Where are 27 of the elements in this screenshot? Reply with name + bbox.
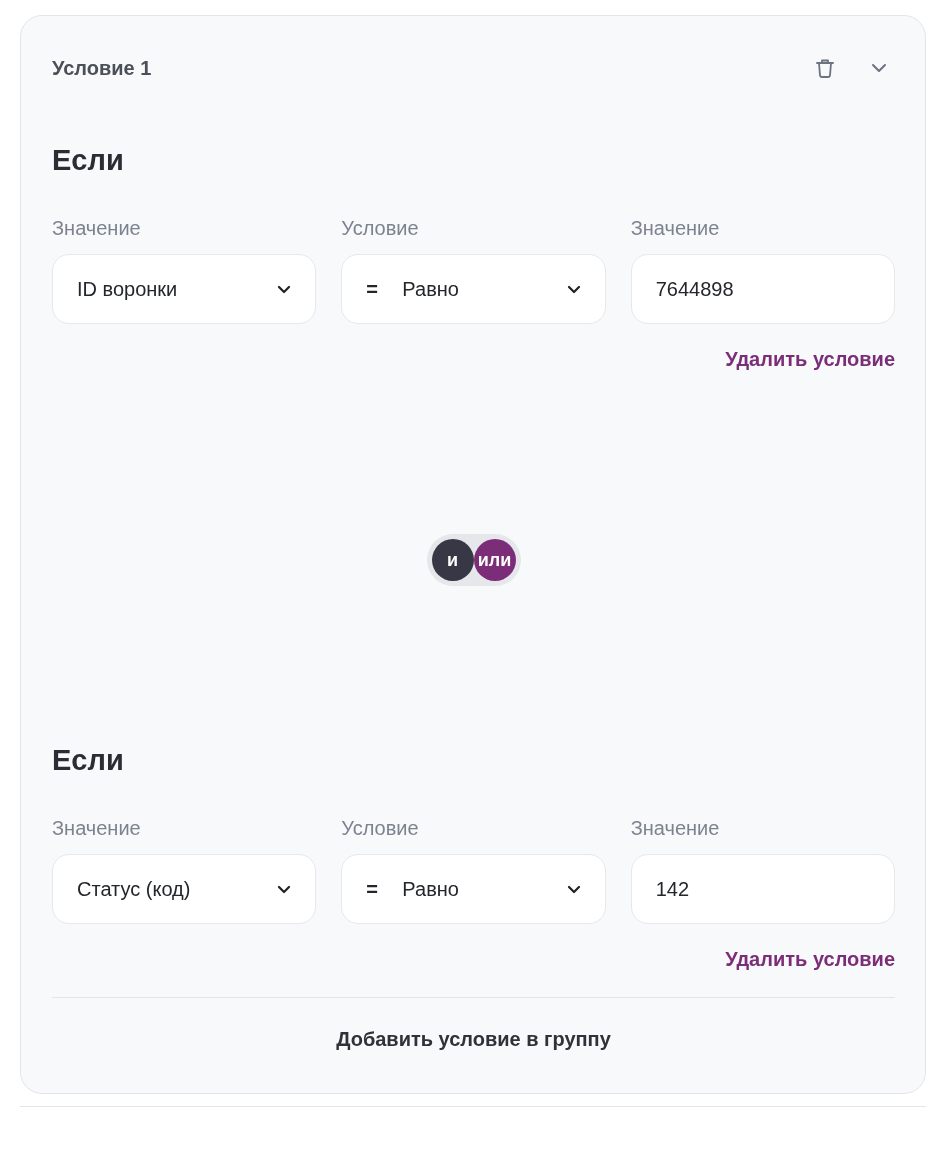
toggle-option[interactable]: и bbox=[431, 539, 474, 581]
delete-condition-link[interactable]: Удалить условие bbox=[725, 948, 895, 971]
chevron-down-icon[interactable] bbox=[871, 63, 887, 73]
select-field[interactable]: = Равно bbox=[341, 254, 606, 324]
select-field[interactable]: ID воронки bbox=[52, 254, 317, 324]
field-label: Значение bbox=[52, 816, 142, 840]
chevron-down-icon bbox=[566, 284, 581, 294]
field-label: Условие bbox=[341, 816, 420, 840]
input-field[interactable]: 142 bbox=[630, 854, 895, 924]
condition-heading: Если bbox=[52, 143, 125, 178]
field-label: Значение bbox=[630, 816, 721, 840]
field-label: Условие bbox=[341, 216, 420, 240]
and-or-toggle[interactable]: и или bbox=[426, 534, 521, 586]
chevron-down-icon bbox=[277, 884, 292, 894]
input-field[interactable]: 7644898 bbox=[630, 254, 895, 324]
chevron-down-icon bbox=[566, 884, 581, 894]
card-title: Условие 1 bbox=[52, 56, 152, 80]
field-label: Значение bbox=[630, 216, 721, 240]
condition-heading: Если bbox=[52, 743, 125, 778]
toggle-option[interactable]: или bbox=[473, 539, 516, 581]
delete-condition-link[interactable]: Удалить условие bbox=[725, 348, 895, 371]
chevron-down-icon bbox=[277, 284, 292, 294]
select-field[interactable]: Статус (код) bbox=[52, 854, 317, 924]
trash-icon[interactable] bbox=[815, 57, 835, 79]
select-field[interactable]: = Равно bbox=[341, 854, 606, 924]
add-condition-button[interactable]: Добавить условие в группу bbox=[324, 1020, 623, 1059]
field-label: Значение bbox=[52, 216, 142, 240]
